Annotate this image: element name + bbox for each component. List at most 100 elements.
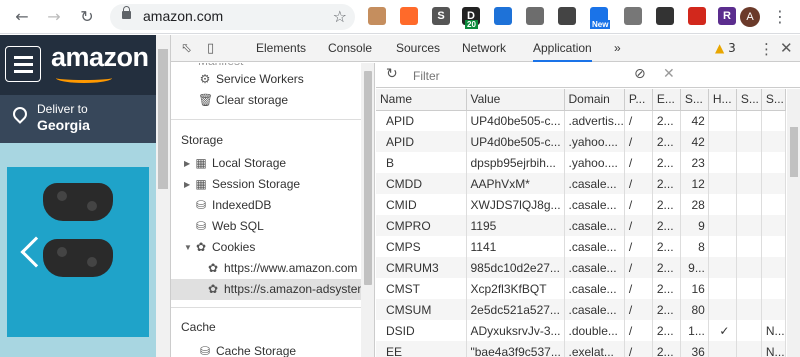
ext-6-icon[interactable]	[526, 7, 544, 25]
sidebar-item-indexeddb[interactable]: ⛁ IndexedDB	[171, 195, 361, 216]
table-row[interactable]: DSID ADyxuksrvJv-3... .double.../2... 1... ✓…	[376, 320, 786, 341]
cell-domain: .advertis...	[564, 110, 625, 131]
warnings-count[interactable]: ▲ 3	[715, 41, 736, 55]
tab-elements[interactable]: Elements	[256, 35, 306, 62]
sidebar-scrollbar[interactable]	[361, 63, 374, 357]
cell-value: 985dc10d2e27...	[466, 257, 565, 278]
profile-avatar[interactable]: A	[740, 7, 760, 27]
cell-value: dpspb95ejrbih...	[466, 152, 565, 173]
ext-2-icon[interactable]	[400, 7, 418, 25]
sidebar-item-service-workers[interactable]: ⚙ Service Workers	[171, 69, 361, 90]
cell-http	[708, 215, 737, 236]
table-row[interactable]: Bdpspb95ejrbih... .yahoo..../2... 23	[376, 152, 786, 173]
collapse-triangle-icon[interactable]: ▼	[184, 237, 194, 258]
bookmark-star-icon[interactable]: ☆	[333, 7, 347, 26]
close-devtools-icon[interactable]: ✕	[780, 39, 793, 57]
tab-sources[interactable]: Sources	[396, 35, 440, 62]
ext-11-icon[interactable]	[688, 7, 706, 25]
cell-value: UP4d0be505-c...	[466, 131, 565, 152]
table-row[interactable]: APID UP4d0be505-c... .advertis.../2... 42	[376, 110, 786, 131]
sidebar-item-web-sql[interactable]: ⛁ Web SQL	[171, 216, 361, 237]
cell-secure	[736, 215, 762, 236]
table-row[interactable]: CMSUM 2e5dc521a527... .casale.../2... 80	[376, 299, 786, 320]
cell-path: /	[624, 278, 653, 299]
column-header[interactable]: E...	[652, 89, 681, 111]
column-header[interactable]: Domain	[564, 89, 625, 111]
cell-secure	[736, 320, 762, 341]
column-header[interactable]: P...	[624, 89, 653, 111]
column-header[interactable]: S...	[761, 89, 786, 111]
reload-icon[interactable]: ↻	[75, 5, 99, 29]
table-row[interactable]: CMDD AAPhVxM* .casale.../2... 12	[376, 173, 786, 194]
cell-name: DSID	[376, 320, 467, 341]
hamburger-menu-icon[interactable]	[5, 46, 41, 82]
table-row[interactable]: CMRUM3 985dc10d2e27... .casale.../2... 9...	[376, 257, 786, 278]
sidebar-item-local-storage[interactable]: ▶ ▦ Local Storage	[171, 153, 361, 174]
amazon-logo[interactable]: amazon	[51, 42, 149, 73]
cell-http	[708, 341, 737, 357]
sidebar-item-clear-storage[interactable]: 🗑 Clear storage	[171, 90, 361, 111]
column-header[interactable]: S...	[736, 89, 762, 111]
ext-8-icon[interactable]: New	[590, 7, 611, 29]
cell-http	[708, 278, 737, 299]
column-header[interactable]: Value	[466, 89, 565, 111]
grid-icon: ▦	[195, 156, 207, 170]
ext-3-icon[interactable]: S	[432, 7, 450, 25]
browser-menu-icon[interactable]: ⋮	[772, 5, 788, 29]
table-row[interactable]: CMID XWJDS7lQJ8g... .casale.../2... 28	[376, 194, 786, 215]
expand-triangle-icon[interactable]: ▶	[184, 153, 194, 174]
cell-name: CMPS	[376, 236, 467, 257]
hero-banner[interactable]	[0, 143, 156, 357]
ext-1-icon[interactable]	[368, 7, 386, 25]
cell-size: 42	[680, 131, 709, 152]
back-arrow-icon[interactable]: ←	[10, 5, 34, 29]
cell-size: 9...	[680, 257, 709, 278]
address-bar[interactable]: amazon.com ☆	[110, 4, 355, 30]
cell-domain: .casale...	[564, 215, 625, 236]
ext-10-icon[interactable]	[656, 7, 674, 25]
cell-same	[761, 215, 786, 236]
delete-selected-icon[interactable]: ✕	[663, 66, 675, 82]
deliver-to-bar[interactable]: Deliver to Georgia	[0, 95, 156, 143]
filter-input[interactable]	[407, 66, 615, 85]
table-row[interactable]: CMST Xcp2fl3KfBQT .casale.../2... 16	[376, 278, 786, 299]
table-row[interactable]: EE "bae4a3f9c537... .exelat.../2... 36 N...	[376, 341, 786, 357]
column-header[interactable]: H...	[708, 89, 737, 111]
inspect-element-icon[interactable]: ⬁	[181, 41, 192, 56]
sidebar-item-session-storage[interactable]: ▶ ▦ Session Storage	[171, 174, 361, 195]
amazon-page: amazon Deliver to Georgia	[0, 35, 156, 357]
column-header[interactable]: S...	[680, 89, 709, 111]
expand-triangle-icon[interactable]: ▶	[184, 174, 194, 195]
sidebar-item-cookies[interactable]: ▼ ✿ Cookies	[171, 237, 361, 258]
ext-12-icon[interactable]: R	[718, 7, 736, 25]
devtools-menu-icon[interactable]: ⋮	[759, 40, 774, 58]
table-row[interactable]: CMPRO 1195 .casale.../2... 9	[376, 215, 786, 236]
clear-all-icon[interactable]: ⊘	[634, 66, 646, 82]
ext-7-icon[interactable]	[558, 7, 576, 25]
ext-5-icon[interactable]	[494, 7, 512, 25]
refresh-icon[interactable]: ↻	[386, 66, 398, 82]
table-scrollbar[interactable]	[787, 89, 800, 357]
table-row[interactable]: CMPS 1141 .casale.../2... 8	[376, 236, 786, 257]
tab-application[interactable]: Application	[533, 35, 592, 62]
tab-network[interactable]: Network	[462, 35, 506, 62]
browser-toolbar: ← → ↻ amazon.com ☆ S D 20 New R A ⋮	[0, 0, 800, 34]
device-toolbar-icon[interactable]: ▯	[207, 41, 214, 56]
column-header[interactable]: Name	[376, 89, 467, 111]
trash-icon: 🗑	[198, 93, 214, 107]
cell-secure	[736, 299, 762, 320]
page-scrollbar[interactable]	[156, 35, 170, 357]
cell-secure	[736, 194, 762, 215]
cell-same	[761, 236, 786, 257]
sidebar-item-cache-storage[interactable]: ⛁ Cache Storage	[171, 341, 361, 357]
ext-9-icon[interactable]	[624, 7, 642, 25]
ext-4-icon[interactable]: D 20	[462, 7, 480, 29]
sidebar-item-cookie-origin-selected[interactable]: ✿https://s.amazon-adsystem.com	[171, 279, 361, 300]
table-row[interactable]: APID UP4d0be505-c... .yahoo..../2... 42	[376, 131, 786, 152]
tab-console[interactable]: Console	[328, 35, 372, 62]
cell-domain: .yahoo....	[564, 152, 625, 173]
more-tabs-icon[interactable]: »	[614, 35, 621, 62]
sidebar-item-cookie-origin[interactable]: ✿ https://www.amazon.com	[171, 258, 361, 279]
cell-expires: 2...	[652, 173, 681, 194]
forward-arrow-icon[interactable]: →	[42, 5, 66, 29]
